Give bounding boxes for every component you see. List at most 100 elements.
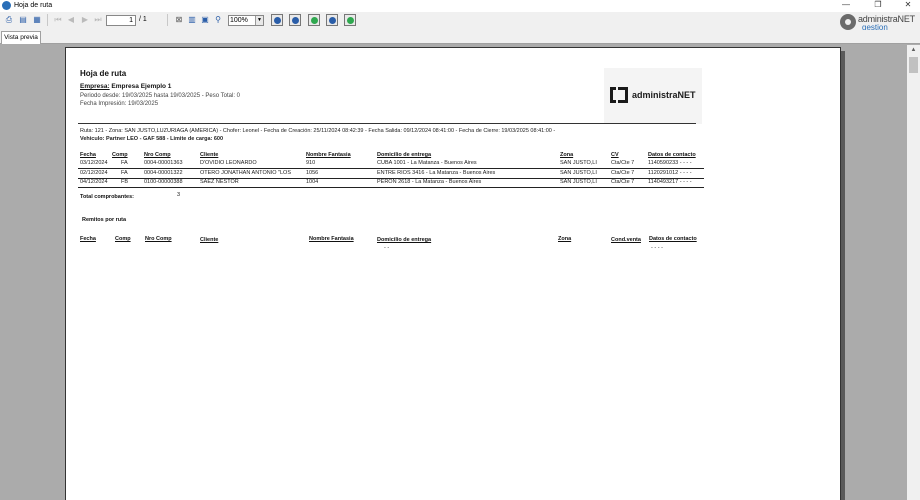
app-icon xyxy=(2,1,11,10)
remitos-col-zona: Zona xyxy=(558,236,572,242)
remitos-col-comp: Comp xyxy=(115,236,131,242)
cell-zona: SAN JUSTO,LI xyxy=(560,170,597,176)
cell-domicilio: CUBA 1001 - La Matanza - Buenos Aires xyxy=(377,160,477,166)
cell-domicilio: ENTRE RIOS 3416 - La Matanza - Buenos Ai… xyxy=(377,170,496,176)
cell-cliente: OTERO JONATHAN ANTONIO "LOS xyxy=(200,170,291,176)
printer-icon[interactable]: ⎙ xyxy=(4,14,14,25)
scroll-thumb[interactable] xyxy=(909,57,918,73)
col-comp: Comp xyxy=(112,152,128,158)
col-cv: CV xyxy=(611,152,619,158)
cell-comp: FA xyxy=(121,160,128,166)
cell-cv: Cta/Cte 7 xyxy=(611,170,635,176)
current-page-input[interactable]: 1 xyxy=(106,15,136,26)
whatsapp-button[interactable] xyxy=(308,14,320,26)
remitos-col-fecha: Fecha xyxy=(80,236,96,242)
cell-datos-contacto: 1120291012 - - - - xyxy=(648,170,692,176)
remitos-dashes: - - xyxy=(384,245,390,251)
empresa-label: Empresa: xyxy=(80,83,110,90)
col-datos-contacto: Datos de contacto xyxy=(648,152,696,158)
row-divider xyxy=(78,168,704,169)
cell-comp: FB xyxy=(121,179,129,185)
action-button-4[interactable] xyxy=(326,14,338,26)
separator xyxy=(47,14,48,26)
cell-datos-contacto: 1140590233 - - - - xyxy=(648,160,692,166)
cell-domicilio: PERON 2618 - La Matanza - Buenos Aires xyxy=(377,179,482,185)
chat-icon xyxy=(329,17,336,24)
page-total: / 1 xyxy=(139,16,147,23)
toolbar: ⎙ ▤ ▦ ⏮ ◀ ▶ ⏭ 1 / 1 ⊠ ▥ ▣ ⚲ 100% ▼ xyxy=(0,12,920,30)
mail-icon xyxy=(292,17,299,24)
cell-fecha: 04/12/2024 xyxy=(80,179,108,185)
vertical-scrollbar[interactable]: ▲ xyxy=(907,45,920,500)
remitos-col-nro-comp: Nro Comp xyxy=(145,236,172,242)
company-logo: administraNET xyxy=(604,68,702,124)
scroll-up-icon[interactable]: ▲ xyxy=(907,45,920,56)
export-icon[interactable]: ▦ xyxy=(32,14,42,25)
restore-button[interactable]: ❐ xyxy=(868,0,888,11)
window-title: Hoja de ruta xyxy=(14,2,53,9)
action-button-2[interactable] xyxy=(289,14,301,26)
close-button[interactable]: ✕ xyxy=(898,0,918,11)
whatsapp-icon xyxy=(311,17,318,24)
remitos-col-cond-venta: Cond.venta xyxy=(611,237,641,243)
cell-fecha: 03/12/2024 xyxy=(80,160,108,166)
chevron-down-icon[interactable]: ▼ xyxy=(255,16,263,25)
tab-vista-previa[interactable]: Vista previa xyxy=(1,31,41,44)
cell-nro-comp: 0004-00001322 xyxy=(144,170,183,176)
col-domicilio: Domicilio de entrega xyxy=(377,152,432,158)
action-button-1[interactable] xyxy=(271,14,283,26)
zoom-select[interactable]: 100% ▼ xyxy=(228,15,264,26)
cell-cv: Cta/Cte 7 xyxy=(611,160,635,166)
cell-nombre-fantasia: 910 xyxy=(306,160,316,166)
cell-nombre-fantasia: 1004 xyxy=(306,179,319,185)
search-icon[interactable]: ⚲ xyxy=(213,14,223,25)
cell-cv: Cta/Cte 7 xyxy=(611,179,635,185)
cell-nombre-fantasia: 1056 xyxy=(306,170,319,176)
fecha-impresion: Fecha Impresión: 19/03/2025 xyxy=(80,101,159,107)
ruta-info: Ruta: 121 - Zona: SAN JUSTO,LUZURIAGA (A… xyxy=(80,128,556,134)
logo-mark-icon xyxy=(610,87,628,103)
close-preview-icon[interactable]: ⊠ xyxy=(174,14,184,25)
cell-nro-comp: 0004-00001363 xyxy=(144,160,183,166)
cell-zona: SAN JUSTO,LI xyxy=(560,160,597,166)
empresa-value: Empresa Ejemplo 1 xyxy=(109,83,172,90)
tab-strip: Vista previa xyxy=(0,30,920,44)
prev-page-icon[interactable]: ◀ xyxy=(66,14,76,25)
col-cliente: Cliente xyxy=(200,152,219,158)
globe-icon xyxy=(274,17,281,24)
col-nro-comp: Nro Comp xyxy=(144,152,171,158)
last-page-icon[interactable]: ⏭ xyxy=(93,14,103,25)
cell-comp: FA xyxy=(121,170,128,176)
title-bar: Hoja de ruta — ❐ ✕ xyxy=(0,0,920,12)
total-value: 3 xyxy=(177,192,181,198)
col-zona: Zona xyxy=(560,152,574,158)
cell-nro-comp: 0100-00000388 xyxy=(144,179,183,185)
group-tree-icon[interactable]: ▥ xyxy=(187,14,197,25)
logo-text: administraNET xyxy=(632,90,696,100)
first-page-icon[interactable]: ⏮ xyxy=(53,14,63,25)
periodo-line: Periodo desde: 19/03/2025 hasta 19/03/20… xyxy=(80,93,241,99)
next-page-icon[interactable]: ▶ xyxy=(80,14,90,25)
remitos-col-cliente: Cliente xyxy=(200,237,219,243)
report-page: Hoja de ruta Empresa: Empresa Ejemplo 1 … xyxy=(65,47,841,500)
print-icon[interactable]: ▣ xyxy=(200,14,210,25)
cell-zona: SAN JUSTO,LI xyxy=(560,179,597,185)
separator xyxy=(167,14,168,26)
minimize-button[interactable]: — xyxy=(836,0,856,11)
row-divider xyxy=(78,187,704,188)
refresh-button[interactable] xyxy=(344,14,356,26)
col-fecha: Fecha xyxy=(80,152,96,158)
remitos-contact-dashes: - - - - xyxy=(651,245,663,251)
col-nombre-fantasia: Nombre Fantasia xyxy=(306,152,351,158)
cell-datos-contacto: 1140493217 - - - - xyxy=(648,179,692,185)
vehiculo-info: Vehiculo: Partner LEO - GAF 588 - Limite… xyxy=(80,136,224,142)
divider xyxy=(78,123,696,124)
cell-cliente: D'OVIDIO LEONARDO xyxy=(200,160,257,166)
zoom-value: 100% xyxy=(230,17,248,24)
remitos-col-nombre-fantasia: Nombre Fantasia xyxy=(309,236,354,242)
remitos-col-datos-contacto: Datos de contacto xyxy=(649,236,697,242)
empresa-line: Empresa: Empresa Ejemplo 1 xyxy=(80,83,171,90)
report-title: Hoja de ruta xyxy=(80,69,127,78)
refresh-icon xyxy=(347,17,354,24)
print-setup-icon[interactable]: ▤ xyxy=(18,14,28,25)
